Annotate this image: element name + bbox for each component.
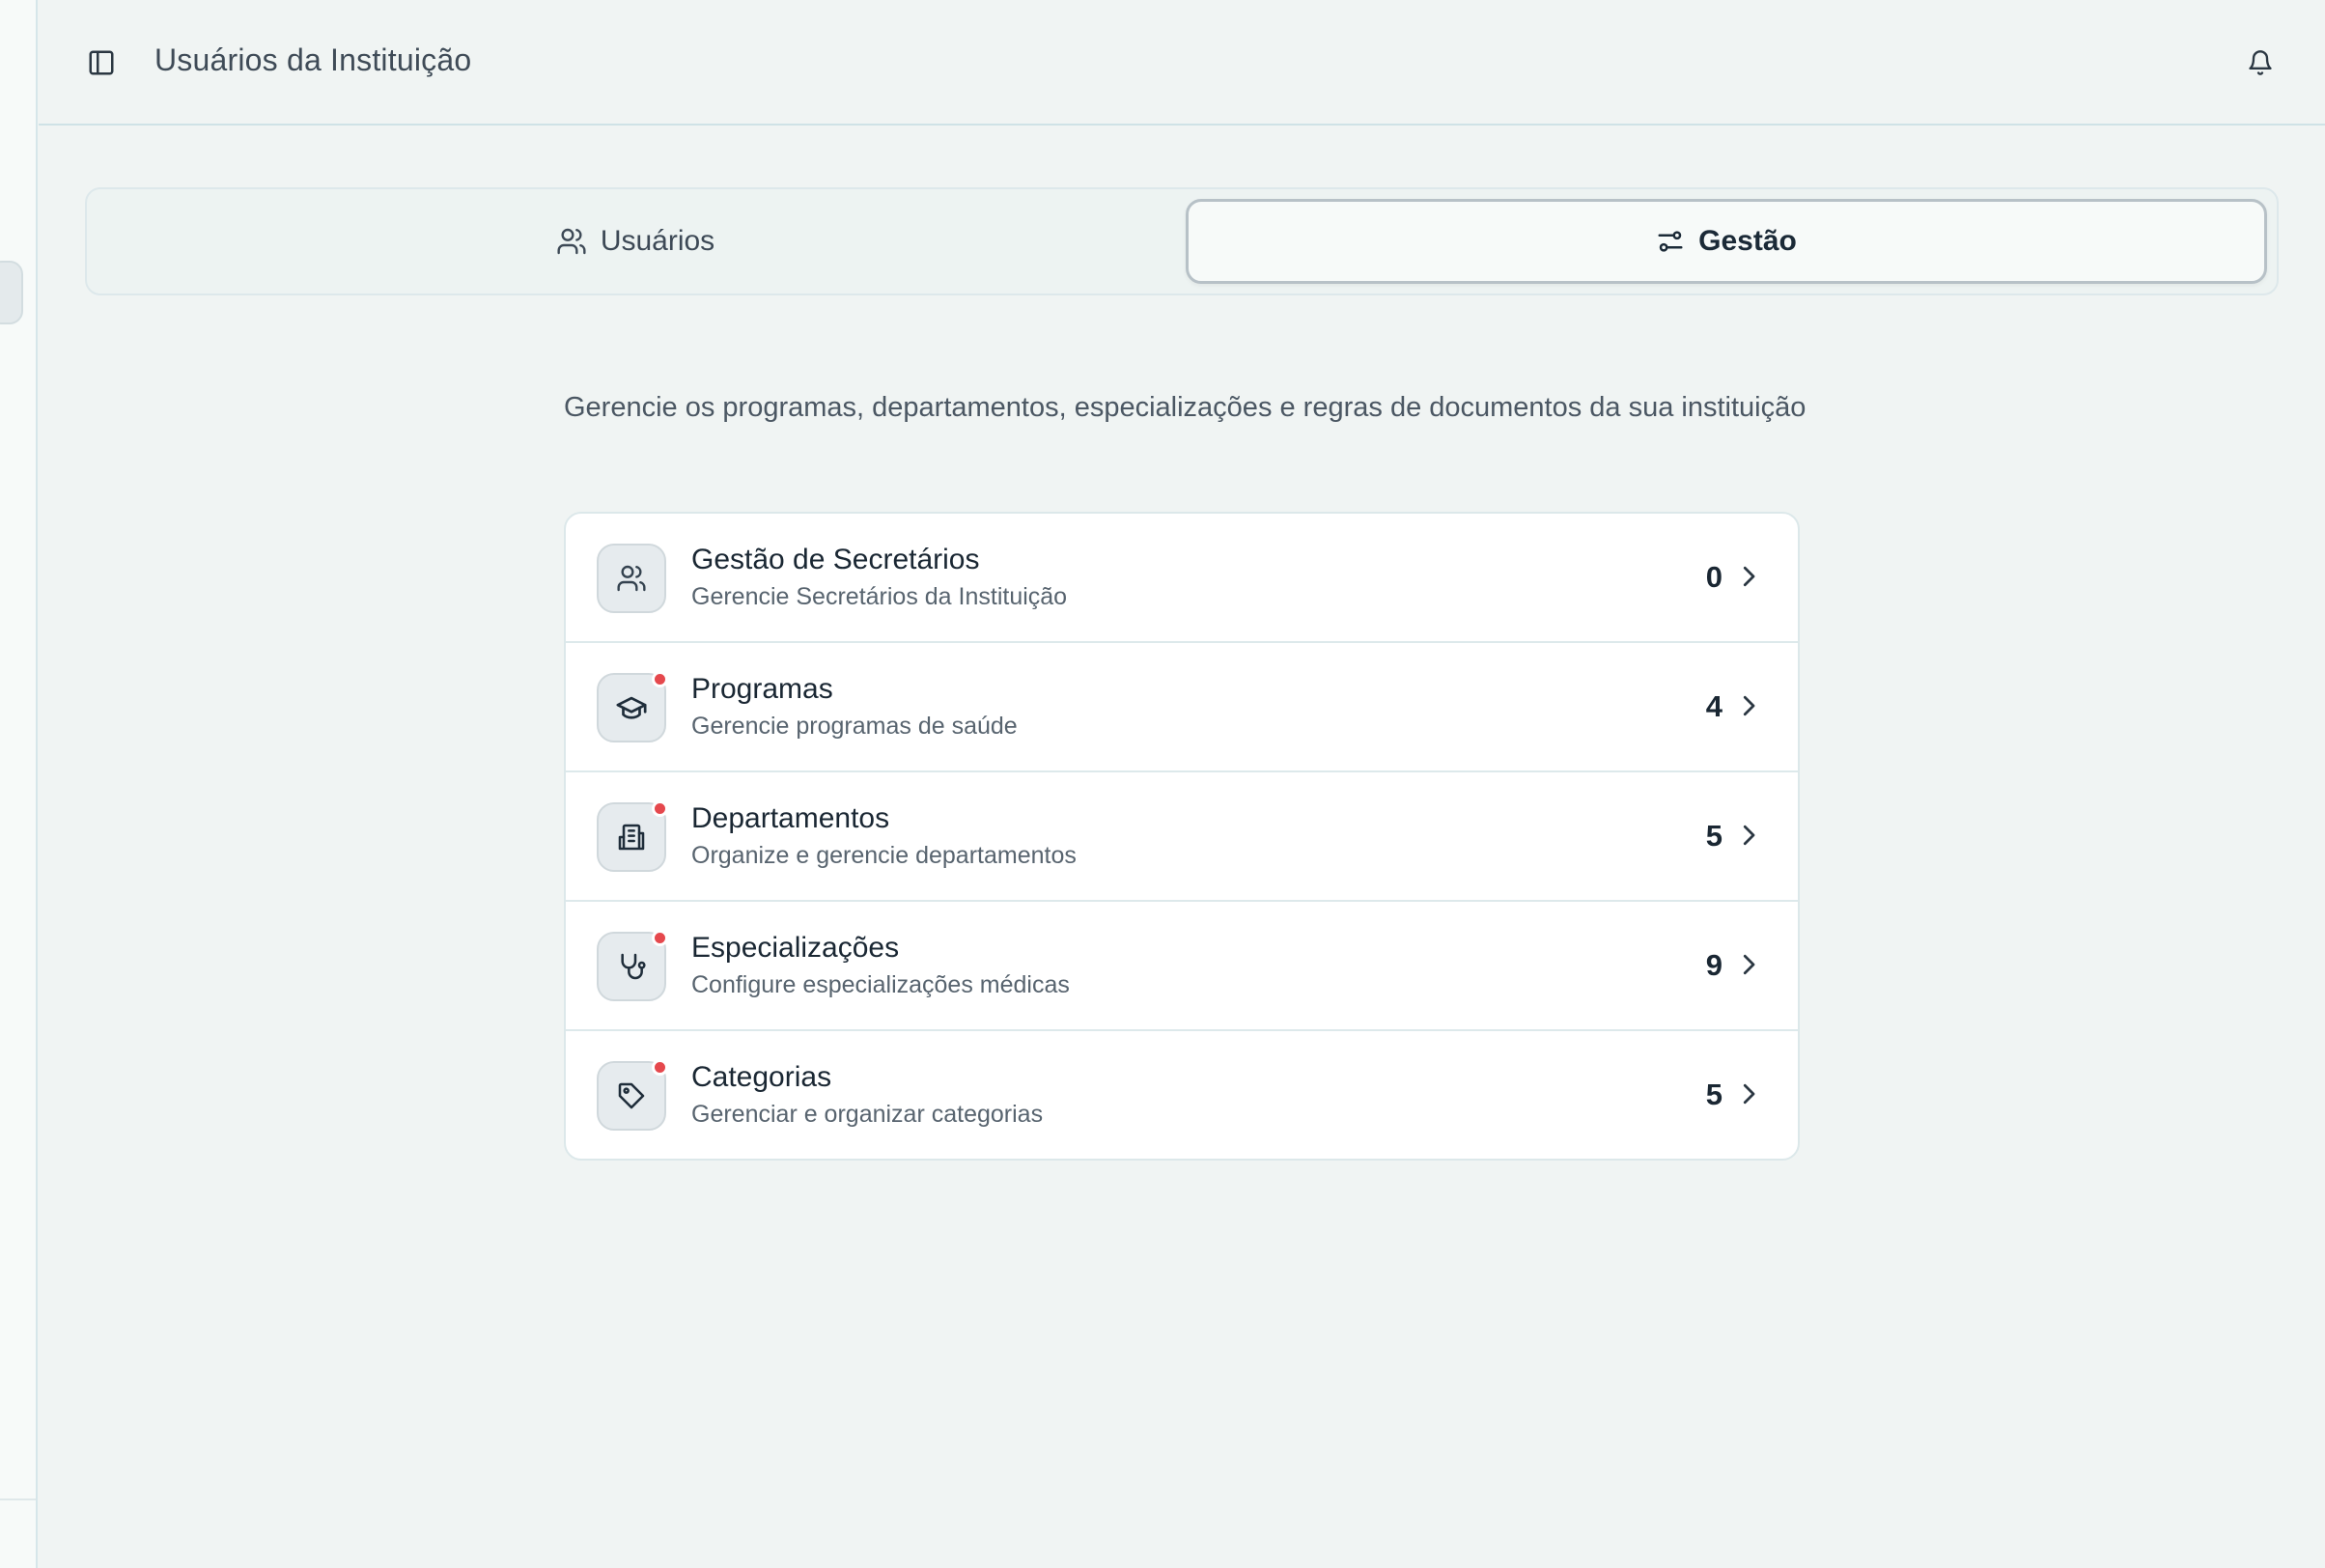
stethoscope-icon xyxy=(621,953,646,980)
item-count: 9 xyxy=(1705,948,1723,982)
item-count: 4 xyxy=(1705,689,1723,723)
chevron-right-icon xyxy=(1743,1083,1755,1105)
item-title: Especializações xyxy=(691,932,900,964)
item-count: 5 xyxy=(1705,819,1723,853)
item-icon-container xyxy=(597,1059,668,1131)
tag-icon xyxy=(618,1082,645,1109)
item-title: Departamentos xyxy=(691,802,890,834)
chevron-right-icon xyxy=(1743,695,1755,716)
item-icon-container xyxy=(597,800,668,872)
bell-icon xyxy=(2249,50,2272,75)
chevron-right-icon xyxy=(1743,566,1755,587)
sidebar-toggle-button[interactable] xyxy=(75,37,127,89)
graduation-cap-icon xyxy=(616,696,647,719)
item-icon-container xyxy=(597,671,668,742)
item-count: 0 xyxy=(1705,560,1723,594)
list-item-specializations[interactable]: Especializações Configure especializaçõe… xyxy=(566,902,1798,1031)
list-item-departments[interactable]: Departamentos Organize e gerencie depart… xyxy=(566,772,1798,902)
building-icon xyxy=(618,824,645,851)
users-icon xyxy=(557,228,586,255)
item-subtitle: Gerenciar e organizar categorias xyxy=(691,1101,1044,1128)
notification-dot xyxy=(652,1059,668,1076)
chevron-right-icon xyxy=(1743,954,1755,975)
item-count: 5 xyxy=(1705,1078,1723,1111)
item-title: Programas xyxy=(691,673,833,705)
item-subtitle: Organize e gerencie departamentos xyxy=(691,842,1077,869)
tab-users-label: Usuários xyxy=(600,225,715,257)
management-description: Gerencie os programas, departamentos, es… xyxy=(564,392,1807,423)
notifications-button[interactable] xyxy=(2232,35,2288,91)
item-title: Categorias xyxy=(691,1061,832,1093)
item-title: Gestão de Secretários xyxy=(691,544,980,575)
sliders-icon xyxy=(1658,231,1683,252)
tab-users[interactable]: Usuários xyxy=(97,199,1174,284)
item-icon-container xyxy=(597,930,668,1001)
item-icon-container xyxy=(597,544,666,613)
chevron-right-icon xyxy=(1743,825,1755,846)
sidebar-collapsed xyxy=(0,0,38,1568)
management-list: Gestão de Secretários Gerencie Secretári… xyxy=(564,512,1800,1161)
notification-dot xyxy=(652,671,668,687)
tab-management-label: Gestão xyxy=(1698,225,1797,257)
item-subtitle: Gerencie Secretários da Instituição xyxy=(691,583,1068,610)
list-item-programs[interactable]: Programas Gerencie programas de saúde 4 xyxy=(566,643,1798,772)
users-icon xyxy=(617,565,646,592)
notification-dot xyxy=(652,930,668,946)
sidebar-handle[interactable] xyxy=(0,261,23,324)
list-item-secretaries[interactable]: Gestão de Secretários Gerencie Secretári… xyxy=(566,514,1798,643)
tab-bar: Usuários Gestão xyxy=(85,187,2279,295)
item-subtitle: Configure especializações médicas xyxy=(691,971,1070,998)
tab-management[interactable]: Gestão xyxy=(1186,199,2267,284)
page-title: Usuários da Instituição xyxy=(154,42,472,77)
list-item-categories[interactable]: Categorias Gerenciar e organizar categor… xyxy=(566,1031,1798,1159)
sidebar-divider xyxy=(0,1498,36,1500)
notification-dot xyxy=(652,800,668,817)
top-header: Usuários da Instituição xyxy=(39,0,2325,126)
item-subtitle: Gerencie programas de saúde xyxy=(691,713,1018,740)
panel-left-icon xyxy=(89,50,114,75)
